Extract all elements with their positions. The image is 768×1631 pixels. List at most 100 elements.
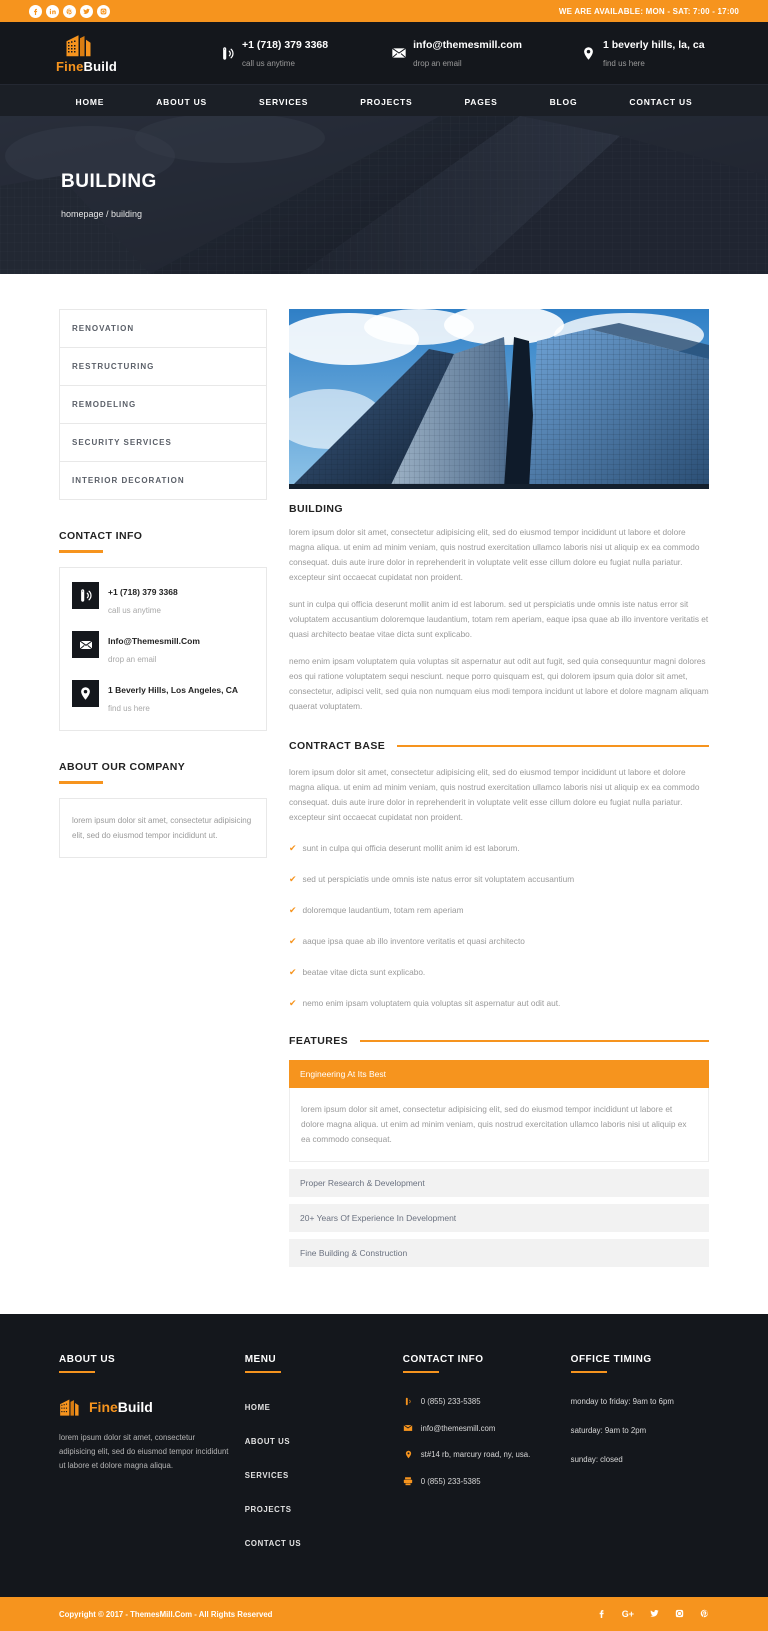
header-contact-address[interactable]: 1 beverly hills, la, ca find us here — [580, 35, 705, 71]
office-timing-row: saturday: 9am to 2pm — [570, 1426, 647, 1435]
nav-item-blog[interactable]: BLOG — [524, 97, 604, 107]
twitter-icon[interactable] — [650, 1609, 659, 1620]
twitter-icon[interactable] — [80, 4, 93, 18]
accordion-item: 20+ Years Of Experience In Development — [289, 1204, 709, 1232]
accordion-item: Engineering At Its Best lorem ipsum dolor… — [289, 1060, 709, 1162]
accordion-header-fine-building-construction[interactable]: Fine Building & Construction — [289, 1239, 709, 1267]
service-category-list: RENOVATION RESTRUCTURING REMODELING SECURIT… — [59, 309, 267, 500]
copyright-bar: Copyright © 2017 - ThemesMill.Com - All … — [0, 1597, 768, 1631]
sidebar-about-card: lorem ipsum dolor sit amet, consectetur … — [59, 798, 267, 858]
nav-list-item: BLOG — [524, 92, 604, 110]
google-plus-icon[interactable]: G+ — [622, 1609, 634, 1619]
header-email-caption: drop an email — [413, 59, 462, 68]
category-item-remodeling[interactable]: REMODELING — [60, 386, 266, 424]
envelope-icon — [390, 45, 407, 62]
category-item-interior-decoration[interactable]: INTERIOR DECORATION — [60, 462, 266, 500]
contract-base-title: CONTRACT BASE — [289, 740, 386, 752]
checklist-item-label: sed ut perspiciatis unde omnis iste natu… — [302, 874, 575, 884]
category-item-security-services[interactable]: SECURITY SERVICES — [60, 424, 266, 462]
section-heading-contract-base: CONTRACT BASE — [289, 740, 709, 752]
instagram-icon[interactable] — [675, 1609, 684, 1620]
pinterest-icon[interactable] — [63, 4, 76, 18]
accordion-header-engineering-at-its-best[interactable]: Engineering At Its Best — [289, 1060, 709, 1088]
page-hero-banner: BUILDING homepage / building — [0, 116, 768, 274]
footer-menu-heading: MENU — [244, 1354, 277, 1365]
footer-link-about-us[interactable]: ABOUT US — [245, 1437, 291, 1446]
checklist-item: ✔ nemo enim ipsam voluptatem quia volupta… — [289, 998, 709, 1009]
footer-contact-heading: CONTACT INFO — [402, 1354, 484, 1365]
pinterest-icon[interactable] — [700, 1609, 709, 1620]
nav-list-item: HOME — [50, 92, 131, 110]
heading-underline — [59, 1371, 95, 1373]
check-icon: ✔ — [289, 905, 297, 915]
footer-contact-item[interactable]: info@themesmill.com — [403, 1423, 555, 1433]
accordion-header-20-years-of-experience-in-development[interactable]: 20+ Years Of Experience In Development — [289, 1204, 709, 1232]
sidebar-phone-caption: call us anytime — [108, 606, 161, 615]
footer-menu-item: CONTACT US — [245, 1533, 387, 1551]
accordion-header-proper-research-development[interactable]: Proper Research & Development — [289, 1169, 709, 1197]
header-contact-email[interactable]: info@themesmill.com drop an email — [390, 35, 522, 71]
linkedin-icon[interactable] — [46, 4, 59, 18]
checklist-item-label: sunt in culpa qui officia deserunt molli… — [302, 843, 520, 853]
footer-link-home[interactable]: HOME — [245, 1403, 271, 1412]
footer-contact-list: 0 (855) 233-5385 info@themesmill.com st#14… — [403, 1397, 555, 1486]
sidebar-about-text: lorem ipsum dolor sit amet, consectetur … — [72, 816, 252, 840]
heading-rule — [397, 745, 709, 747]
nav-item-contact-us[interactable]: CONTACT US — [603, 97, 718, 107]
footer-contact-item[interactable]: st#14 rb, marcury road, ny, usa. — [403, 1450, 555, 1459]
sidebar-contact-phone[interactable]: +1 (718) 379 3368 call us anytime — [72, 582, 254, 618]
category-item-renovation[interactable]: RENOVATION — [60, 310, 266, 348]
footer-about-column: ABOUT US FineBuild lorem ipsum dolor sit… — [59, 1354, 245, 1567]
map-pin-icon — [580, 45, 597, 62]
logo-text-secondary: Build — [83, 59, 118, 74]
footer-timing-heading: OFFICE TIMING — [570, 1354, 652, 1365]
footer-link-contact-us[interactable]: CONTACT US — [245, 1539, 302, 1548]
footer-contact-item[interactable]: 0 (855) 233-5385 — [403, 1476, 555, 1486]
header-contact-phone[interactable]: +1 (718) 379 3368 call us anytime — [219, 35, 328, 71]
footer-link-services[interactable]: SERVICES — [245, 1471, 289, 1480]
nav-item-pages[interactable]: PAGES — [438, 97, 523, 107]
section-title-building: BUILDING — [289, 503, 343, 515]
body-paragraph: lorem ipsum dolor sit amet, consectetur … — [289, 527, 700, 582]
footer-contact-column: CONTACT INFO 0 (855) 233-5385 info@themes… — [402, 1354, 571, 1567]
building-logo-icon — [65, 32, 95, 58]
checklist-item: ✔ aaque ipsa quae ab illo inventore verit… — [289, 936, 709, 947]
category-item-restructuring[interactable]: RESTRUCTURING — [60, 348, 266, 386]
nav-item-projects[interactable]: PROJECTS — [334, 97, 438, 107]
instagram-icon[interactable] — [97, 4, 110, 18]
sidebar: RENOVATION RESTRUCTURING REMODELING SECURIT… — [59, 309, 267, 1274]
nav-item-about-us[interactable]: ABOUT US — [130, 97, 233, 107]
footer-logo-secondary: Build — [117, 1399, 153, 1415]
top-social-links — [29, 4, 110, 18]
footer-logo[interactable]: FineBuild — [59, 1397, 229, 1417]
footer-about-heading: ABOUT US — [59, 1354, 116, 1365]
heading-underline — [402, 1371, 439, 1373]
features-title: FEATURES — [289, 1035, 349, 1047]
heading-underline — [59, 550, 103, 553]
sidebar-contact-card: +1 (718) 379 3368 call us anytime Info@T… — [59, 567, 267, 731]
sidebar-contact-address[interactable]: 1 Beverly Hills, Los Angeles, CA find us… — [72, 680, 254, 716]
sidebar-email-caption: drop an email — [108, 655, 157, 664]
copyright-text: Copyright © 2017 - ThemesMill.Com - All … — [59, 1609, 273, 1619]
footer-menu-item: PROJECTS — [245, 1499, 387, 1517]
nav-item-services[interactable]: SERVICES — [233, 97, 334, 107]
facebook-icon[interactable] — [29, 4, 42, 18]
nav-item-home[interactable]: HOME — [50, 97, 131, 107]
nav-list-item: ABOUT US — [130, 92, 233, 110]
envelope-icon — [403, 1423, 414, 1433]
bottom-social-links: G+ — [597, 1609, 709, 1620]
footer-link-projects[interactable]: PROJECTS — [245, 1505, 292, 1514]
facebook-icon[interactable] — [597, 1609, 606, 1620]
accordion-item: Proper Research & Development — [289, 1169, 709, 1197]
sidebar-contact-email[interactable]: Info@Themesmill.Com drop an email — [72, 631, 254, 667]
site-logo[interactable]: FineBuild — [34, 32, 209, 74]
site-header: FineBuild +1 (718) 379 3368 call us anyt… — [0, 22, 768, 84]
logo-text-primary: Fine — [56, 59, 84, 74]
phone-icon — [72, 582, 99, 609]
footer-contact-item[interactable]: 0 (855) 233-5385 — [403, 1397, 555, 1406]
footer-logo-primary: Fine — [89, 1399, 118, 1415]
section-heading-features: FEATURES — [289, 1035, 709, 1047]
heading-underline — [59, 781, 103, 784]
nav-list-item: SERVICES — [233, 92, 334, 110]
footer-menu-item: SERVICES — [245, 1465, 387, 1483]
